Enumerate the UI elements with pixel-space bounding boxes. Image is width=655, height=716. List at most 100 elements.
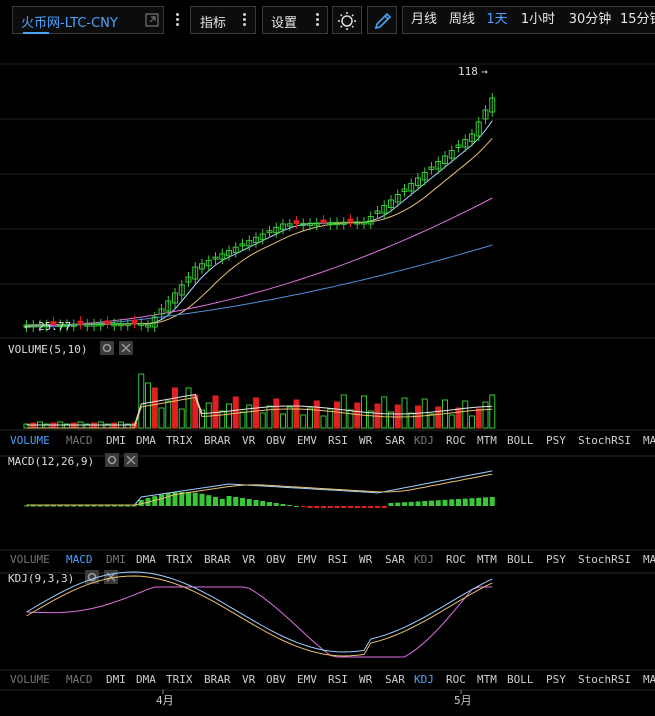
tab-wr[interactable]: WR: [359, 553, 373, 566]
tab-emv[interactable]: EMV: [297, 673, 317, 686]
volume-bar: [293, 399, 300, 429]
symbol-menu-icon[interactable]: [170, 12, 184, 26]
tab-dma[interactable]: DMA: [136, 553, 156, 566]
tab-boll[interactable]: BOLL: [507, 434, 534, 447]
indicators-label: 指标: [200, 16, 227, 31]
volume-bar: [455, 407, 462, 429]
tab-psy[interactable]: PSY: [546, 434, 566, 447]
tab-psy[interactable]: PSY: [546, 553, 566, 566]
tab-stochrsi[interactable]: StochRSI: [578, 673, 631, 686]
tab-obv[interactable]: OBV: [266, 553, 286, 566]
macd-bar: [381, 506, 387, 508]
tab-mtm[interactable]: MTM: [477, 673, 497, 686]
tab-brar[interactable]: BRAR: [204, 673, 231, 686]
tab-ma[interactable]: MA: [643, 553, 655, 566]
draw-button[interactable]: [367, 6, 397, 34]
tab-dma[interactable]: DMA: [136, 434, 156, 447]
tab-timeframe-month[interactable]: 月线: [405, 6, 443, 34]
macd-bar: [165, 493, 171, 506]
tab-volume[interactable]: VOLUME: [10, 434, 50, 447]
tab-roc[interactable]: ROC: [446, 434, 466, 447]
macd-bar: [206, 495, 212, 506]
macd-bar: [476, 497, 482, 506]
volume-close-icon[interactable]: [119, 341, 133, 355]
tab-ma[interactable]: MA: [643, 434, 655, 447]
tab-obv[interactable]: OBV: [266, 434, 286, 447]
tab-macd[interactable]: MACD: [66, 434, 93, 447]
tab-timeframe-day[interactable]: 1天: [481, 6, 513, 34]
tab-dmi[interactable]: DMI: [106, 553, 126, 566]
tab-timeframe-15m[interactable]: 15分钟: [620, 6, 655, 34]
macd-gear-icon[interactable]: [105, 453, 119, 467]
tab-emv[interactable]: EMV: [297, 553, 317, 566]
volume-bar: [415, 405, 421, 429]
tab-macd[interactable]: MACD: [66, 673, 93, 686]
settings-menu-icon[interactable]: [310, 12, 324, 26]
tab-rsi[interactable]: RSI: [328, 434, 348, 447]
tab-brar[interactable]: BRAR: [204, 434, 231, 447]
tab-boll[interactable]: BOLL: [507, 673, 534, 686]
macd-bar: [24, 505, 29, 507]
macd-bar: [51, 505, 56, 507]
tab-brar[interactable]: BRAR: [204, 553, 231, 566]
macd-bar: [105, 505, 110, 507]
tab-roc[interactable]: ROC: [446, 673, 466, 686]
x-axis-label-may: 5月: [454, 694, 472, 707]
tab-trix[interactable]: TRIX: [166, 553, 193, 566]
macd-bar: [246, 499, 252, 506]
tab-kdj[interactable]: KDJ: [414, 673, 434, 686]
macd-bar: [489, 497, 495, 506]
expand-icon[interactable]: [145, 13, 159, 27]
tab-timeframe-week[interactable]: 周线: [443, 6, 481, 34]
volume-gear-icon[interactable]: [100, 341, 114, 355]
candle-body: [104, 320, 111, 325]
tab-sar[interactable]: SAR: [385, 673, 405, 686]
volume-bar: [151, 387, 158, 429]
tab-mtm[interactable]: MTM: [477, 434, 497, 447]
tab-wr[interactable]: WR: [359, 434, 373, 447]
indicators-menu-icon[interactable]: [237, 12, 251, 26]
tab-rsi[interactable]: RSI: [328, 673, 348, 686]
tab-dmi[interactable]: DMI: [106, 434, 126, 447]
tab-boll[interactable]: BOLL: [507, 553, 534, 566]
tab-trix[interactable]: TRIX: [166, 673, 193, 686]
symbol-box[interactable]: 火币网-LTC-CNY: [12, 6, 164, 34]
tab-timeframe-1h[interactable]: 1小时: [515, 6, 561, 34]
tab-emv[interactable]: EMV: [297, 434, 317, 447]
candle-body: [320, 219, 327, 224]
tab-obv[interactable]: OBV: [266, 673, 286, 686]
settings-label: 设置: [271, 16, 298, 31]
tab-ma[interactable]: MA: [643, 673, 655, 686]
tab-sar[interactable]: SAR: [385, 553, 405, 566]
tab-stochrsi[interactable]: StochRSI: [578, 553, 631, 566]
tab-vr[interactable]: VR: [242, 434, 256, 447]
macd-bar: [37, 505, 43, 507]
candle-body: [131, 320, 138, 324]
tab-roc[interactable]: ROC: [446, 553, 466, 566]
macd-bar: [354, 506, 360, 508]
high-price-label: 118: [458, 65, 478, 78]
tab-sar[interactable]: SAR: [385, 434, 405, 447]
tab-dmi[interactable]: DMI: [106, 673, 126, 686]
tab-stochrsi[interactable]: StochRSI: [578, 434, 631, 447]
macd-bar: [111, 505, 117, 507]
tab-psy[interactable]: PSY: [546, 673, 566, 686]
tab-kdj[interactable]: KDJ: [414, 553, 434, 566]
tab-vr[interactable]: VR: [242, 553, 256, 566]
tab-rsi[interactable]: RSI: [328, 553, 348, 566]
tab-dma[interactable]: DMA: [136, 673, 156, 686]
tab-volume[interactable]: VOLUME: [10, 553, 50, 566]
tab-wr[interactable]: WR: [359, 673, 373, 686]
macd-bar: [273, 503, 279, 506]
macd-close-icon[interactable]: [124, 453, 138, 467]
tab-volume[interactable]: VOLUME: [10, 673, 50, 686]
tab-macd[interactable]: MACD: [66, 553, 93, 566]
tab-mtm[interactable]: MTM: [477, 553, 497, 566]
tab-kdj[interactable]: KDJ: [414, 434, 434, 447]
tab-timeframe-30m[interactable]: 30分钟: [564, 6, 616, 34]
tab-trix[interactable]: TRIX: [166, 434, 193, 447]
kline-chart[interactable]: 118 → ← 25.77 VOLUME(5,10) VOLUME MACD DMI…: [0, 42, 655, 716]
theme-button[interactable]: [332, 6, 362, 34]
macd-bar: [30, 505, 36, 507]
tab-vr[interactable]: VR: [242, 673, 256, 686]
